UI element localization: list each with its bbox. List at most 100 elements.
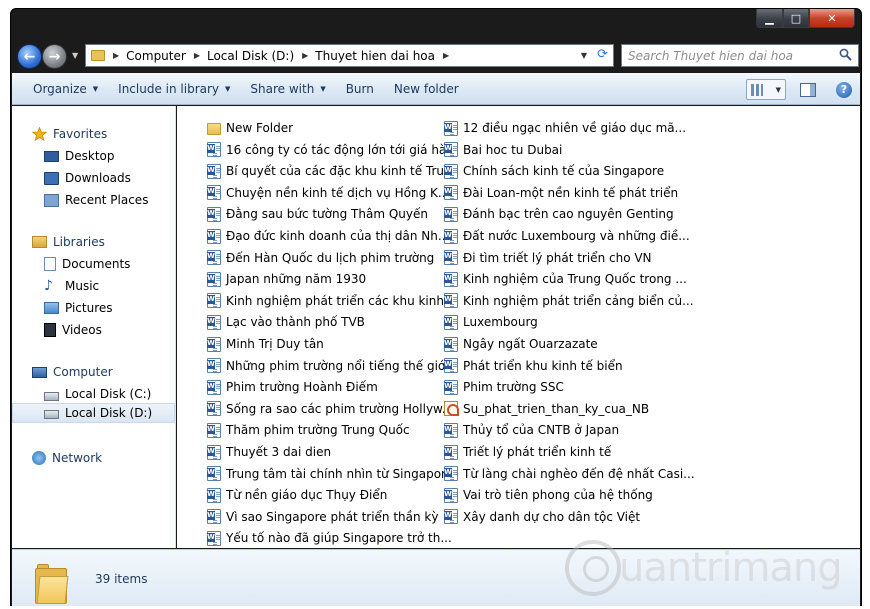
nav-item-local-disk-c[interactable]: Local Disk (C:): [44, 384, 151, 404]
word-document-icon: [444, 185, 458, 201]
file-item[interactable]: Vì sao Singapore phát triển thần kỳ: [207, 507, 438, 527]
star-icon: [32, 127, 47, 141]
word-document-icon: [207, 336, 221, 352]
chevron-right-icon[interactable]: ▶: [302, 51, 308, 60]
file-item[interactable]: Sống ra sao các phim trường Hollyw...: [207, 399, 453, 419]
forward-button[interactable]: →: [42, 44, 67, 69]
nav-item-recent-places[interactable]: Recent Places: [44, 190, 148, 210]
chevron-right-icon[interactable]: ▶: [113, 51, 119, 60]
file-item[interactable]: New Folder: [207, 118, 293, 138]
organize-button[interactable]: Organize ▼: [33, 82, 98, 96]
address-bar[interactable]: ▶ Computer ▶ Local Disk (D:) ▶ Thuyet hi…: [85, 44, 614, 67]
file-item[interactable]: Đất nước Luxembourg và những điề...: [444, 226, 690, 246]
file-item[interactable]: Đằng sau bức tường Thâm Quyến: [207, 204, 428, 224]
file-item[interactable]: Bí quyết của các đặc khu kinh tế Tru...: [207, 161, 455, 181]
file-item[interactable]: Đến Hàn Quốc du lịch phim trường: [207, 248, 434, 268]
word-document-icon: [207, 228, 221, 244]
new-folder-button[interactable]: New folder: [394, 82, 459, 96]
maximize-button[interactable]: □: [783, 9, 809, 28]
file-item[interactable]: Phát triển khu kinh tế biển: [444, 356, 623, 376]
nav-item-label: Music: [65, 279, 100, 293]
file-item[interactable]: Những phim trường nổi tiếng thế giới: [207, 356, 449, 376]
file-item[interactable]: Triết lý phát triển kinh tế: [444, 442, 611, 462]
favorites-node[interactable]: Favorites: [32, 124, 107, 144]
word-document-icon: [444, 293, 458, 309]
minimize-button[interactable]: ▁: [756, 9, 783, 28]
nav-item-label: Local Disk (D:): [65, 406, 153, 420]
breadcrumb-current-folder[interactable]: Thuyet hien dai hoa: [315, 49, 435, 63]
file-item[interactable]: Trung tâm tài chính nhìn từ Singapore: [207, 464, 453, 484]
file-item[interactable]: Thăm phim trường Trung Quốc: [207, 420, 410, 440]
file-item[interactable]: Thủy tổ của CNTB ở Japan: [444, 420, 619, 440]
breadcrumb-local-disk-d[interactable]: Local Disk (D:): [207, 49, 294, 63]
nav-item-downloads[interactable]: Downloads: [44, 168, 131, 188]
nav-item-documents[interactable]: Documents: [44, 254, 130, 274]
breadcrumb-computer[interactable]: Computer: [126, 49, 186, 63]
file-item[interactable]: Luxembourg: [444, 312, 538, 332]
file-item[interactable]: Chính sách kinh tế của Singapore: [444, 161, 664, 181]
file-name: Từ nền giáo dục Thụy Điển: [226, 488, 388, 503]
file-item[interactable]: Đài Loan-một nền kinh tế phát triển: [444, 183, 678, 203]
file-item[interactable]: 16 công ty có tác động lớn tới giá hà...: [207, 140, 458, 160]
burn-button[interactable]: Burn: [346, 82, 374, 96]
word-document-icon: [444, 314, 458, 330]
file-item[interactable]: Su_phat_trien_than_ky_cua_NB: [444, 399, 649, 419]
file-item[interactable]: Bai hoc tu Dubai: [444, 140, 562, 160]
file-item[interactable]: Thuyết 3 dai dien: [207, 442, 331, 462]
network-icon: [32, 451, 46, 465]
share-with-button[interactable]: Share with ▼: [250, 82, 325, 96]
file-item[interactable]: Đạo đức kinh doanh của thị dân Nh...: [207, 226, 449, 246]
file-name: Thăm phim trường Trung Quốc: [226, 423, 410, 438]
file-item[interactable]: 12 điều ngạc nhiên về giáo dục mã...: [444, 118, 686, 138]
file-item[interactable]: Lạc vào thành phố TVB: [207, 312, 365, 332]
preview-pane-icon[interactable]: [800, 82, 816, 97]
file-item[interactable]: Đi tìm triết lý phát triển cho VN: [444, 248, 652, 268]
include-in-library-button[interactable]: Include in library ▼: [118, 82, 230, 96]
change-view-button[interactable]: ▼: [746, 79, 786, 100]
back-button[interactable]: ←: [17, 44, 42, 69]
nav-item-label: Local Disk (C:): [65, 387, 152, 401]
search-placeholder: Search Thuyet hien dai hoa: [628, 48, 794, 63]
word-document-icon: [444, 163, 458, 179]
file-item[interactable]: Yếu tố nào đã giúp Singapore trở th...: [207, 528, 452, 548]
help-icon[interactable]: ?: [836, 81, 852, 98]
file-item[interactable]: Vai trò tiên phong của hệ thống: [444, 485, 653, 505]
file-item[interactable]: Phim trường SSC: [444, 377, 564, 397]
file-item[interactable]: Từ làng chài nghèo đến đệ nhất Casi...: [444, 464, 695, 484]
libraries-node[interactable]: Libraries: [32, 232, 105, 252]
file-name: Lạc vào thành phố TVB: [226, 315, 365, 330]
refresh-icon[interactable]: ⟳: [597, 47, 608, 62]
search-icon[interactable]: [839, 48, 852, 61]
word-document-icon: [207, 142, 221, 158]
nav-item-videos[interactable]: Videos: [44, 320, 102, 340]
nav-item-local-disk-d[interactable]: Local Disk (D:): [12, 403, 175, 423]
file-name: Phát triển khu kinh tế biển: [463, 358, 623, 373]
file-item[interactable]: Chuyện nền kinh tế dịch vụ Hồng K...: [207, 183, 449, 203]
recent-pages-dropdown-icon[interactable]: ▼: [72, 51, 78, 60]
file-item[interactable]: Kinh nghiệm phát triển các khu kinh...: [207, 291, 455, 311]
nav-item-pictures[interactable]: Pictures: [44, 298, 113, 318]
chevron-right-icon[interactable]: ▶: [194, 51, 200, 60]
file-item[interactable]: Kinh nghiệm của Trung Quốc trong ...: [444, 269, 687, 289]
close-button[interactable]: ✕: [809, 9, 855, 28]
file-name: Đài Loan-một nền kinh tế phát triển: [463, 185, 679, 200]
file-item[interactable]: Đánh bạc trên cao nguyên Genting: [444, 204, 674, 224]
file-item[interactable]: Xây danh dự cho dân tộc Việt: [444, 507, 640, 527]
view-controls: ▼ ?: [746, 79, 852, 100]
file-item[interactable]: Kinh nghiệm phát triển cảng biển củ...: [444, 291, 694, 311]
address-dropdown-icon[interactable]: ▼: [581, 51, 587, 60]
file-name: Japan những năm 1930: [226, 272, 367, 287]
file-item[interactable]: Minh Trị Duy tân: [207, 334, 324, 354]
chevron-right-icon[interactable]: ▶: [443, 51, 449, 60]
word-document-icon: [444, 422, 458, 438]
computer-node[interactable]: Computer: [32, 362, 113, 382]
file-item[interactable]: Từ nền giáo dục Thụy Điển: [207, 485, 387, 505]
file-item[interactable]: Phim trường Hoành Điếm: [207, 377, 378, 397]
search-input[interactable]: Search Thuyet hien dai hoa: [621, 44, 859, 67]
nav-item-desktop[interactable]: Desktop: [44, 146, 115, 166]
word-document-icon: [207, 444, 221, 460]
network-node[interactable]: Network: [32, 448, 102, 468]
file-item[interactable]: Ngây ngất Ouarzazate: [444, 334, 598, 354]
file-item[interactable]: Japan những năm 1930: [207, 269, 366, 289]
nav-item-music[interactable]: ♪ Music: [44, 276, 99, 296]
